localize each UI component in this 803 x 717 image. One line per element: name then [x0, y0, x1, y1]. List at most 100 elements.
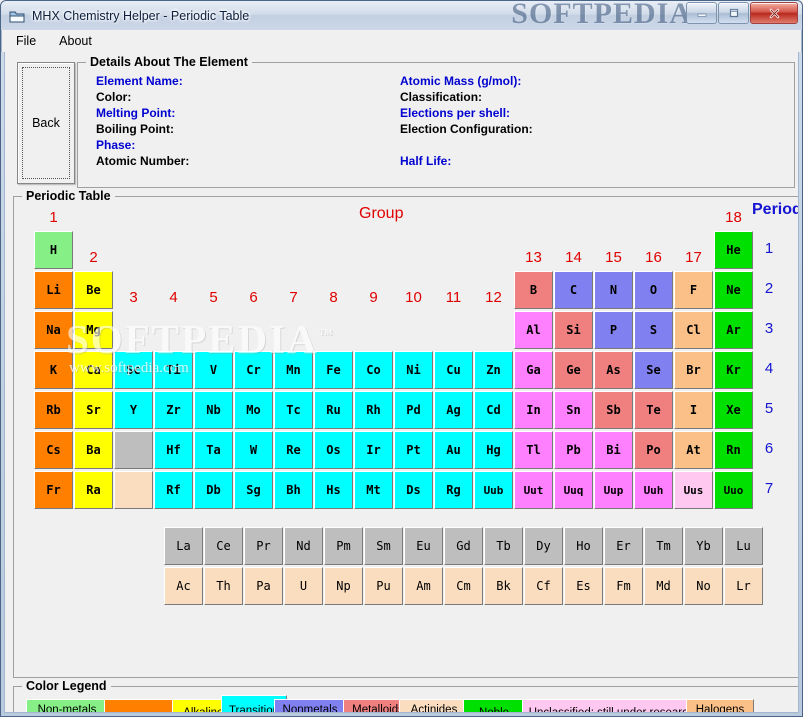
element-cell-Xe[interactable]: Xe: [714, 391, 753, 429]
lanthanide-cell-Pr[interactable]: Pr: [244, 527, 283, 565]
actinide-cell-Es[interactable]: Es: [564, 567, 603, 605]
element-cell-Rf[interactable]: Rf: [154, 471, 193, 509]
element-cell-Rg[interactable]: Rg: [434, 471, 473, 509]
element-cell-Nb[interactable]: Nb: [194, 391, 233, 429]
legend-item-actinides[interactable]: Actinides: [399, 699, 469, 712]
legend-item-non-metals[interactable]: Non-metals: [26, 699, 108, 712]
element-cell-H[interactable]: H: [34, 231, 73, 269]
element-cell-Pb[interactable]: Pb: [554, 431, 593, 469]
lanthanide-cell-Lu[interactable]: Lu: [724, 527, 763, 565]
element-cell-Au[interactable]: Au: [434, 431, 473, 469]
element-cell-Uuo[interactable]: Uuo: [714, 471, 753, 509]
element-cell-He[interactable]: He: [714, 231, 753, 269]
element-cell-Si[interactable]: Si: [554, 311, 593, 349]
minimize-button[interactable]: [686, 2, 717, 24]
lanthanide-cell-Gd[interactable]: Gd: [444, 527, 483, 565]
element-cell-Zn[interactable]: Zn: [474, 351, 513, 389]
element-cell-K[interactable]: K: [34, 351, 73, 389]
actinide-cell-Th[interactable]: Th: [204, 567, 243, 605]
title-bar[interactable]: MHX Chemistry Helper - Periodic Table SO…: [1, 1, 802, 30]
element-cell-S[interactable]: S: [634, 311, 673, 349]
actinide-cell-Np[interactable]: Np: [324, 567, 363, 605]
actinide-cell-U[interactable]: U: [284, 567, 323, 605]
element-cell-B[interactable]: B: [514, 271, 553, 309]
actinide-cell-Am[interactable]: Am: [404, 567, 443, 605]
actinide-cell-Fm[interactable]: Fm: [604, 567, 643, 605]
lanthanide-cell-Tb[interactable]: Tb: [484, 527, 523, 565]
element-cell-Te[interactable]: Te: [634, 391, 673, 429]
actinide-cell-Pu[interactable]: Pu: [364, 567, 403, 605]
element-cell-Na[interactable]: Na: [34, 311, 73, 349]
element-cell-Mn[interactable]: Mn: [274, 351, 313, 389]
element-cell-Mo[interactable]: Mo: [234, 391, 273, 429]
element-cell-Uup[interactable]: Uup: [594, 471, 633, 509]
element-cell-Sr[interactable]: Sr: [74, 391, 113, 429]
element-cell-Ca[interactable]: Ca: [74, 351, 113, 389]
element-cell-Tc[interactable]: Tc: [274, 391, 313, 429]
element-cell-Uus[interactable]: Uus: [674, 471, 713, 509]
element-cell-Ag[interactable]: Ag: [434, 391, 473, 429]
lanthanide-cell-Pm[interactable]: Pm: [324, 527, 363, 565]
element-cell-C[interactable]: C: [554, 271, 593, 309]
element-cell-Be[interactable]: Be: [74, 271, 113, 309]
actinide-cell-Cm[interactable]: Cm: [444, 567, 483, 605]
element-cell-Sn[interactable]: Sn: [554, 391, 593, 429]
element-cell-Ba[interactable]: Ba: [74, 431, 113, 469]
legend-item-alkali-metals[interactable]: Alkali Metals: [104, 699, 176, 712]
element-cell-Sb[interactable]: Sb: [594, 391, 633, 429]
element-cell-placeholder-p6[interactable]: [114, 431, 153, 469]
element-cell-Ni[interactable]: Ni: [394, 351, 433, 389]
legend-item-unclassified-still-under-research-possible-heavy-halogen[interactable]: Unclassified: still under research possi…: [522, 699, 701, 712]
actinide-cell-Lr[interactable]: Lr: [724, 567, 763, 605]
element-cell-Co[interactable]: Co: [354, 351, 393, 389]
element-cell-Ds[interactable]: Ds: [394, 471, 433, 509]
element-cell-At[interactable]: At: [674, 431, 713, 469]
actinide-cell-Pa[interactable]: Pa: [244, 567, 283, 605]
element-cell-Pd[interactable]: Pd: [394, 391, 433, 429]
element-cell-Cu[interactable]: Cu: [434, 351, 473, 389]
element-cell-Ar[interactable]: Ar: [714, 311, 753, 349]
element-cell-Cd[interactable]: Cd: [474, 391, 513, 429]
element-cell-Ru[interactable]: Ru: [314, 391, 353, 429]
element-cell-Pt[interactable]: Pt: [394, 431, 433, 469]
legend-item-noble-gases[interactable]: Noble gases: [463, 699, 525, 712]
element-cell-Re[interactable]: Re: [274, 431, 313, 469]
element-cell-V[interactable]: V: [194, 351, 233, 389]
element-cell-Hs[interactable]: Hs: [314, 471, 353, 509]
actinide-cell-Cf[interactable]: Cf: [524, 567, 563, 605]
element-cell-Rb[interactable]: Rb: [34, 391, 73, 429]
element-cell-Rn[interactable]: Rn: [714, 431, 753, 469]
lanthanide-cell-Eu[interactable]: Eu: [404, 527, 443, 565]
legend-item-halogens[interactable]: Halogens: [686, 699, 754, 712]
actinide-cell-Bk[interactable]: Bk: [484, 567, 523, 605]
element-cell-Se[interactable]: Se: [634, 351, 673, 389]
element-cell-Cl[interactable]: Cl: [674, 311, 713, 349]
element-cell-Ga[interactable]: Ga: [514, 351, 553, 389]
actinide-cell-No[interactable]: No: [684, 567, 723, 605]
element-cell-Mg[interactable]: Mg: [74, 311, 113, 349]
element-cell-F[interactable]: F: [674, 271, 713, 309]
lanthanide-cell-Nd[interactable]: Nd: [284, 527, 323, 565]
element-cell-Uub[interactable]: Uub: [474, 471, 513, 509]
actinide-cell-Md[interactable]: Md: [644, 567, 683, 605]
element-cell-P[interactable]: P: [594, 311, 633, 349]
lanthanide-cell-Yb[interactable]: Yb: [684, 527, 723, 565]
element-cell-Ir[interactable]: Ir: [354, 431, 393, 469]
element-cell-Ne[interactable]: Ne: [714, 271, 753, 309]
element-cell-Li[interactable]: Li: [34, 271, 73, 309]
element-cell-Fr[interactable]: Fr: [34, 471, 73, 509]
element-cell-Ge[interactable]: Ge: [554, 351, 593, 389]
element-cell-Uuh[interactable]: Uuh: [634, 471, 673, 509]
element-cell-placeholder-p7[interactable]: [114, 471, 153, 509]
lanthanide-cell-Ho[interactable]: Ho: [564, 527, 603, 565]
element-cell-Cr[interactable]: Cr: [234, 351, 273, 389]
legend-item-nonmetals[interactable]: Nonmetals: [274, 699, 346, 712]
element-cell-Br[interactable]: Br: [674, 351, 713, 389]
element-cell-Fe[interactable]: Fe: [314, 351, 353, 389]
element-cell-Y[interactable]: Y: [114, 391, 153, 429]
element-cell-In[interactable]: In: [514, 391, 553, 429]
lanthanide-cell-Er[interactable]: Er: [604, 527, 643, 565]
element-cell-Al[interactable]: Al: [514, 311, 553, 349]
element-cell-Kr[interactable]: Kr: [714, 351, 753, 389]
menu-item-file[interactable]: File: [12, 32, 47, 50]
